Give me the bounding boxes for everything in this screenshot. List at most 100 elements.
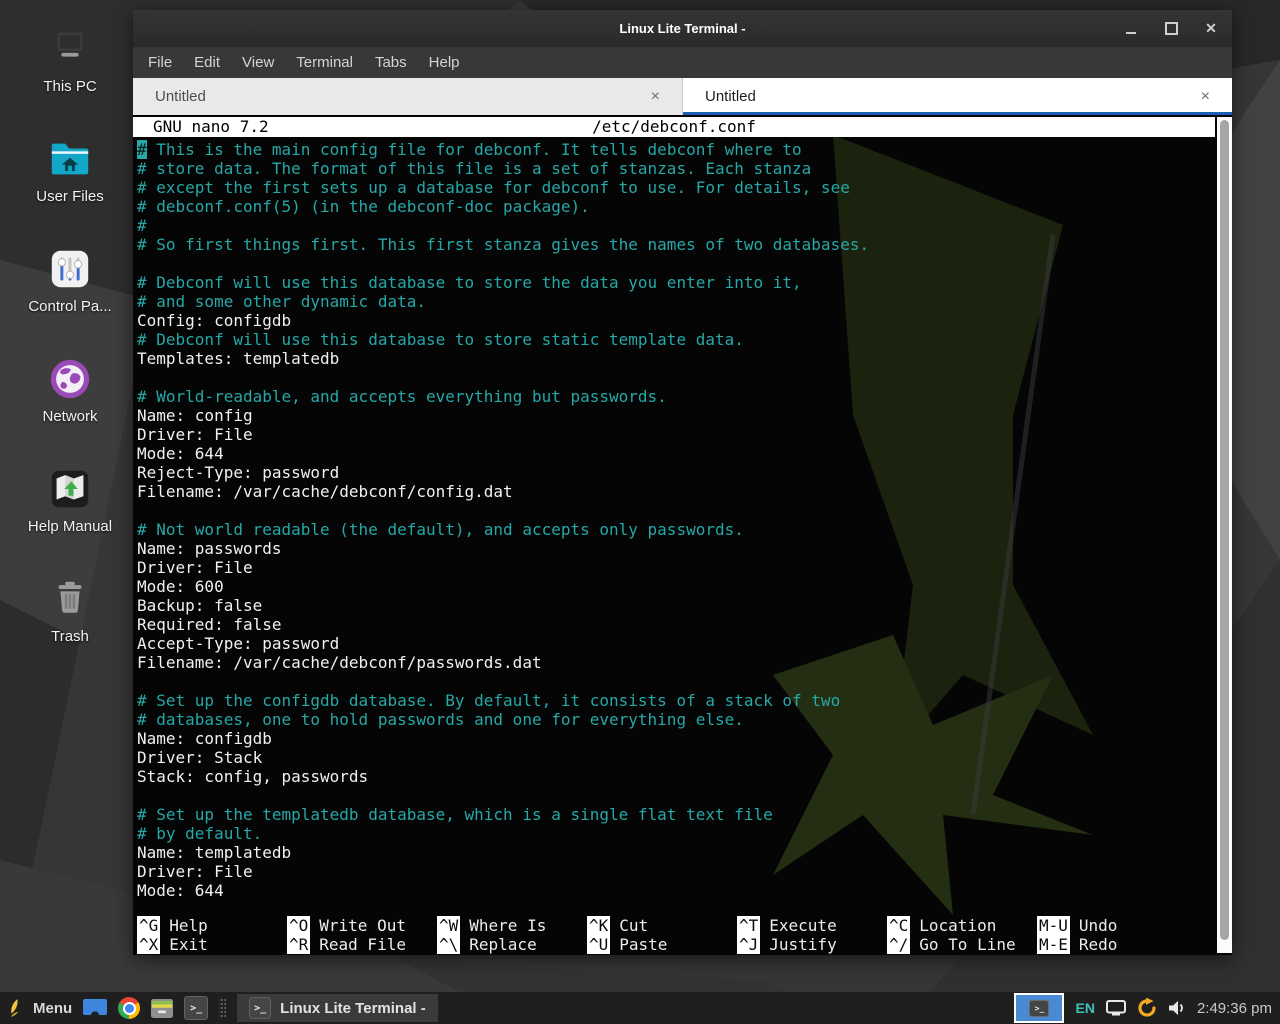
updates-tray-button[interactable] [1137, 998, 1157, 1018]
terminal-window: Linux Lite Terminal - ✕ FileEditViewTerm… [133, 10, 1232, 955]
terminal-pane[interactable]: GNU nano 7.2 /etc/debconf.conf # This is… [133, 115, 1232, 955]
tab-untitled-1[interactable]: Untitled × [133, 78, 683, 115]
menu-edit[interactable]: Edit [183, 54, 231, 71]
terminal-line [137, 786, 1212, 805]
terminal-line: Accept-Type: password [137, 634, 1212, 653]
minimize-icon [1126, 32, 1136, 34]
this-pc-icon [47, 26, 93, 72]
keyboard-layout-indicator[interactable]: EN [1075, 1000, 1094, 1016]
volume-tray-button[interactable] [1168, 1000, 1186, 1016]
shortcut-key: ^\ [437, 935, 460, 954]
nano-shortcut[interactable]: ^RRead File [287, 935, 437, 954]
nano-shortcut[interactable]: ^WWhere Is [437, 916, 587, 935]
task-list-handle[interactable] [219, 997, 226, 1019]
terminal-line: Name: templatedb [137, 843, 1212, 862]
sliders-icon [47, 246, 93, 292]
menu-terminal[interactable]: Terminal [285, 54, 364, 71]
terminal-line: # This is the main config file for debco… [137, 140, 1212, 159]
folder-home-icon [47, 136, 93, 182]
nano-shortcut[interactable]: ^CLocation [887, 916, 1037, 935]
terminal-line: Stack: config, passwords [137, 767, 1212, 786]
terminal-line: Reject-Type: password [137, 463, 1212, 482]
desktop-icon-user-files[interactable]: User Files [8, 136, 132, 246]
desktop-icon-trash[interactable]: Trash [8, 576, 132, 686]
scrollbar-thumb[interactable] [1220, 120, 1229, 940]
tab-label: Untitled [705, 88, 756, 105]
shortcut-label: Undo [1079, 916, 1118, 935]
nano-shortcut[interactable]: ^JJustify [737, 935, 887, 954]
scrollbar[interactable] [1217, 117, 1232, 953]
desktop-icon-network[interactable]: Network [8, 356, 132, 466]
tab-label: Untitled [155, 88, 206, 105]
terminal-line: Templates: templatedb [137, 349, 1212, 368]
shortcut-label: Paste [619, 935, 667, 954]
window-controls: ✕ [1124, 10, 1218, 47]
chrome-icon [118, 997, 140, 1019]
file-manager-launcher[interactable] [83, 999, 107, 1017]
workspace-pager[interactable]: >_ [1014, 993, 1064, 1023]
shortcut-key: ^J [737, 935, 760, 954]
terminal-line: # databases, one to hold passwords and o… [137, 710, 1212, 729]
nano-shortcut[interactable]: ^G Help [137, 916, 287, 935]
terminal-line: Config: configdb [137, 311, 1212, 330]
nano-shortcut[interactable]: ^OWrite Out [287, 916, 437, 935]
shortcut-label: Help [169, 916, 208, 935]
nano-shortcut[interactable]: ^UPaste [587, 935, 737, 954]
lite-tweaks-launcher[interactable] [151, 999, 173, 1018]
menu-button[interactable]: Menu [8, 998, 72, 1019]
terminal-line: Driver: File [137, 558, 1212, 577]
close-button[interactable]: ✕ [1204, 22, 1218, 36]
close-icon: ✕ [1205, 20, 1217, 37]
nano-shortcut[interactable]: ^TExecute [737, 916, 887, 935]
desktop-icon-this-pc[interactable]: This PC [8, 26, 132, 136]
desktop-icon-control-panel[interactable]: Control Pa... [8, 246, 132, 356]
nano-shortcut[interactable]: ^\Replace [437, 935, 587, 954]
terminal-line: # [137, 216, 1212, 235]
minimize-button[interactable] [1124, 22, 1138, 36]
shortcut-label: Location [919, 916, 996, 935]
linux-lite-logo-icon [8, 998, 25, 1019]
desktop-icon-help-manual[interactable]: Help Manual [8, 466, 132, 576]
tab-untitled-2[interactable]: Untitled × [683, 78, 1232, 115]
shortcut-key: ^/ [887, 935, 910, 954]
shortcut-key: ^O [287, 916, 310, 935]
terminal-line: # store data. The format of this file is… [137, 159, 1212, 178]
terminal-line: # Debconf will use this database to stor… [137, 330, 1212, 349]
nano-shortcut[interactable]: ^/Go To Line [887, 935, 1037, 954]
shortcut-key: ^R [287, 935, 310, 954]
archive-drawer-icon [151, 999, 173, 1018]
nano-shortcut[interactable]: ^XExit [137, 935, 287, 954]
menu-view[interactable]: View [231, 54, 285, 71]
desktop-icon-label: Network [42, 408, 97, 425]
display-tray-button[interactable] [1106, 1000, 1126, 1016]
terminal-icon: >_ [184, 996, 208, 1020]
shortcut-key: ^G [137, 916, 160, 935]
nano-shortcut[interactable]: M-ERedo [1037, 935, 1187, 954]
nano-shortcut[interactable]: ^KCut [587, 916, 737, 935]
tab-close-icon[interactable]: × [651, 88, 660, 106]
tab-close-icon[interactable]: × [1201, 88, 1210, 106]
maximize-button[interactable] [1164, 22, 1178, 36]
shortcut-key: ^T [737, 916, 760, 935]
terminal-line: # So first things first. This first stan… [137, 235, 1212, 254]
task-button-label: Linux Lite Terminal - [280, 1000, 426, 1017]
nano-file-path: /etc/debconf.conf [133, 117, 1215, 137]
clock[interactable]: 2:49:36 pm [1197, 1000, 1272, 1017]
shortcut-key: M-E [1037, 935, 1070, 954]
window-titlebar[interactable]: Linux Lite Terminal - ✕ [133, 10, 1232, 47]
desktop-icon-label: Control Pa... [28, 298, 111, 315]
terminal-icon: >_ [249, 997, 271, 1019]
terminal-line: # Set up the configdb database. By defau… [137, 691, 1212, 710]
terminal-launcher[interactable]: >_ [184, 996, 208, 1020]
shortcut-key: M-U [1037, 916, 1070, 935]
nano-shortcut[interactable]: M-U Undo [1037, 916, 1187, 935]
terminal-line: Mode: 644 [137, 444, 1212, 463]
menu-tabs[interactable]: Tabs [364, 54, 418, 71]
task-button-terminal[interactable]: >_ Linux Lite Terminal - [237, 994, 438, 1022]
terminal-line: # by default. [137, 824, 1212, 843]
menu-file[interactable]: File [137, 54, 183, 71]
menu-help[interactable]: Help [418, 54, 471, 71]
file-manager-icon [83, 999, 107, 1017]
browser-launcher[interactable] [118, 997, 140, 1019]
taskbar: Menu >_ >_ Linux Lite Terminal - [0, 992, 1280, 1024]
